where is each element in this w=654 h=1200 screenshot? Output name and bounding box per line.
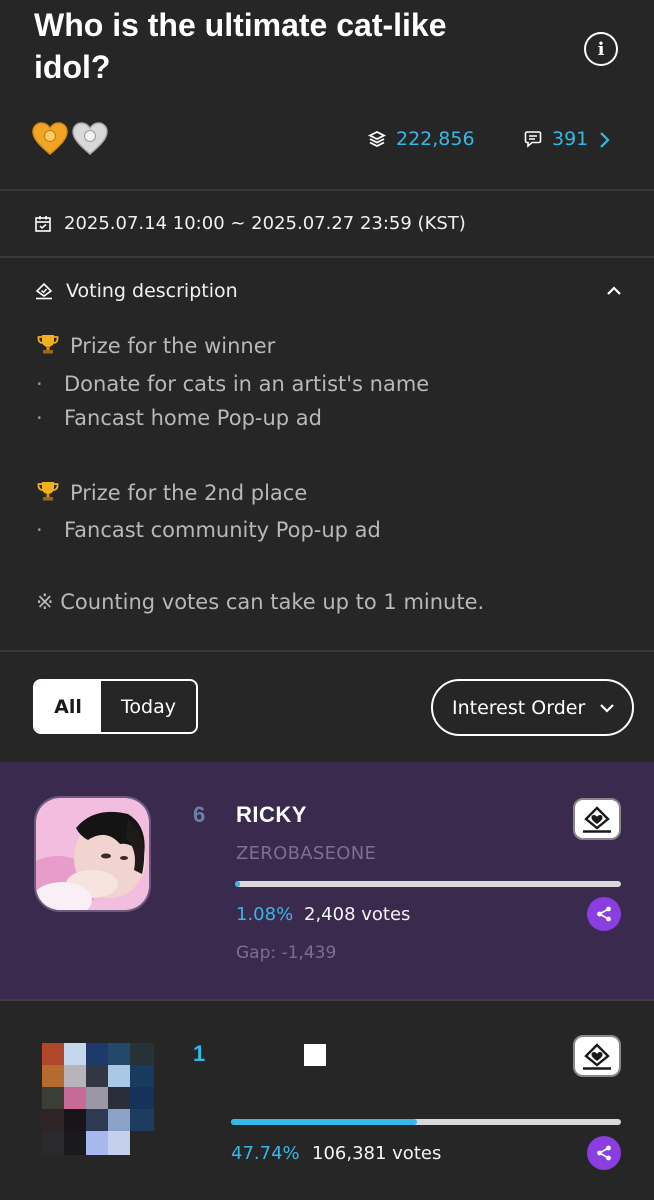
vote-button[interactable]	[573, 798, 621, 840]
chevron-up-icon[interactable]	[604, 284, 624, 298]
prize-heading-2: Prize for the 2nd place	[36, 479, 307, 505]
prize-item: · Fancast home Pop-up ad	[36, 406, 322, 430]
sort-dropdown[interactable]: Interest Order	[431, 679, 634, 736]
vote-gap: Gap: -1,439	[236, 943, 337, 963]
trophy-icon	[37, 335, 59, 354]
vote-icon	[583, 806, 611, 833]
sort-label: Interest Order	[452, 696, 586, 719]
highlighted-candidate-card[interactable]: 6 RICKY ZEROBASEONE 1.08% 2,408 votes Ga…	[0, 762, 654, 999]
candidate-rank: 6	[193, 802, 206, 827]
calendar-icon	[35, 215, 51, 232]
vote-progress-bar	[231, 1119, 621, 1125]
trophy-icon	[37, 482, 59, 501]
chevron-right-icon[interactable]	[598, 130, 612, 150]
vote-count: 106,381 votes	[312, 1143, 442, 1164]
description-title: Voting description	[66, 280, 238, 302]
tab-today[interactable]: Today	[101, 681, 196, 732]
heart-badges	[32, 122, 108, 156]
tab-all[interactable]: All	[35, 681, 101, 732]
comments-link[interactable]: 391	[524, 128, 588, 150]
share-button[interactable]	[587, 897, 621, 931]
vote-percent: 47.74%	[231, 1143, 300, 1164]
candidate-name: RICKY	[236, 802, 307, 827]
vote-progress-bar	[235, 881, 621, 887]
poll-title: Who is the ultimate cat-like idol?	[34, 7, 447, 85]
name-redaction-block	[304, 1044, 326, 1066]
silver-heart-icon	[72, 122, 108, 155]
period-filter: All Today	[33, 679, 198, 734]
prize-item-text: Fancast community Pop-up ad	[64, 518, 381, 542]
total-votes: 222,856	[368, 128, 475, 150]
divider	[0, 189, 654, 191]
counting-note: ※ Counting votes can take up to 1 minute…	[36, 590, 485, 614]
prize-title-2: Prize for the 2nd place	[70, 481, 308, 505]
vote-progress-fill	[235, 881, 240, 887]
candidate-rank: 1	[193, 1041, 206, 1066]
candidate-card[interactable]: 1 47.74% 106,381 votes	[0, 1001, 654, 1200]
prize-item: · Donate for cats in an artist's name	[36, 372, 430, 396]
candidate-group: ZEROBASEONE	[236, 843, 377, 864]
total-votes-count: 222,856	[396, 128, 475, 150]
ballot-icon	[35, 282, 53, 300]
share-icon	[597, 906, 611, 922]
prize-item: · Fancast community Pop-up ad	[36, 518, 381, 542]
divider	[0, 650, 654, 652]
description-toggle[interactable]: Voting description	[34, 280, 238, 302]
vote-button[interactable]	[573, 1035, 621, 1077]
vote-count: 2,408 votes	[304, 904, 411, 925]
comment-count: 391	[552, 128, 589, 150]
avatar-photo	[36, 798, 149, 910]
prize-item-text: Fancast home Pop-up ad	[64, 406, 322, 430]
divider	[0, 256, 654, 258]
prize-title-1: Prize for the winner	[70, 334, 276, 358]
info-icon[interactable]: i	[584, 32, 618, 66]
gold-heart-icon	[32, 122, 68, 155]
prize-item-text: Donate for cats in an artist's name	[64, 372, 430, 396]
avatar	[34, 796, 151, 912]
vote-icon	[583, 1043, 611, 1070]
pixelated-photo	[42, 1043, 154, 1155]
prize-heading-1: Prize for the winner	[36, 332, 275, 358]
share-button[interactable]	[587, 1136, 621, 1170]
comment-icon	[524, 131, 542, 148]
vote-percent: 1.08%	[236, 904, 294, 925]
chevron-down-icon	[600, 704, 614, 713]
period-text: 2025.07.14 10:00 ~ 2025.07.27 23:59 (KST…	[64, 213, 466, 234]
poll-header: Who is the ultimate cat-like idol? i 222…	[0, 0, 654, 190]
votes-stack-icon	[368, 130, 386, 148]
voting-period: 2025.07.14 10:00 ~ 2025.07.27 23:59 (KST…	[34, 213, 466, 234]
share-icon	[597, 1145, 611, 1161]
avatar-pixelated	[42, 1043, 154, 1155]
vote-progress-fill	[231, 1119, 418, 1125]
